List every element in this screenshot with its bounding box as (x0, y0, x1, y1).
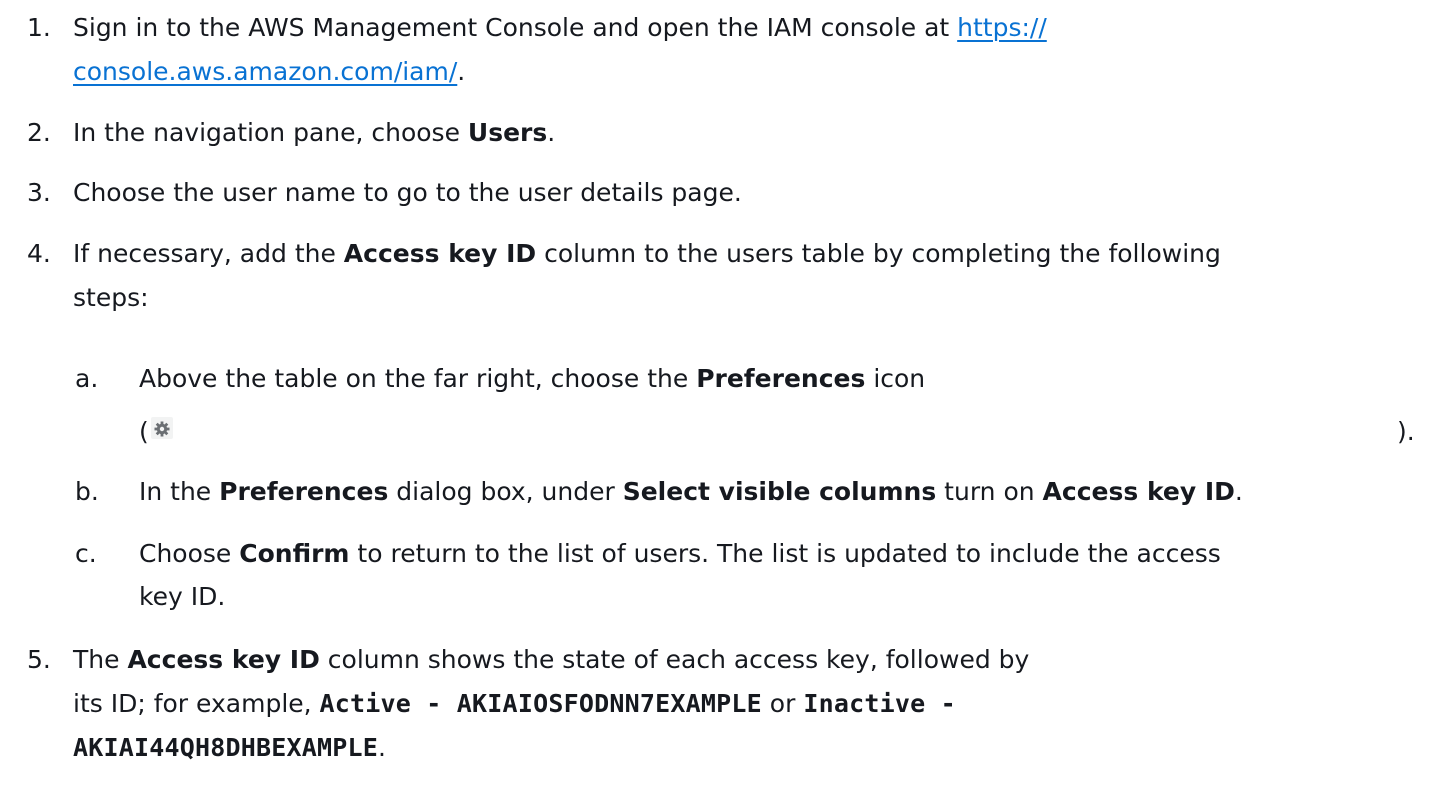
inactive-key-example-continued: AKIAI44QH8DHBEXAMPLE (73, 733, 379, 762)
step-text: Sign in to the AWS Management Console an… (73, 13, 958, 42)
substep-letter: c. (75, 539, 97, 568)
gear-icon (150, 417, 173, 439)
confirm-label: Confirm (239, 539, 350, 568)
inactive-key-example: Inactive - (803, 689, 956, 718)
instructions-document: 1. Sign in to the AWS Management Console… (27, 13, 1415, 762)
users-label: Users (467, 118, 548, 147)
substep-letter: b. (75, 477, 99, 506)
step-number: 2. (27, 118, 51, 147)
step-number: 3. (27, 178, 51, 207)
access-key-id-label: Access key ID (343, 239, 537, 268)
substep-letter: a. (75, 364, 99, 393)
step-text: Choose the user name to go to the user d… (73, 178, 742, 207)
step-number: 1. (27, 13, 51, 42)
preferences-label: Preferences (696, 364, 866, 393)
step-number: 4. (27, 239, 51, 268)
step-number: 5. (27, 645, 51, 674)
iam-console-link-continued[interactable]: console.aws.amazon.com/iam/ (73, 57, 457, 86)
iam-console-link[interactable]: https:// (957, 13, 1047, 42)
active-key-example: Active - AKIAIOSFODNN7EXAMPLE (319, 689, 762, 718)
